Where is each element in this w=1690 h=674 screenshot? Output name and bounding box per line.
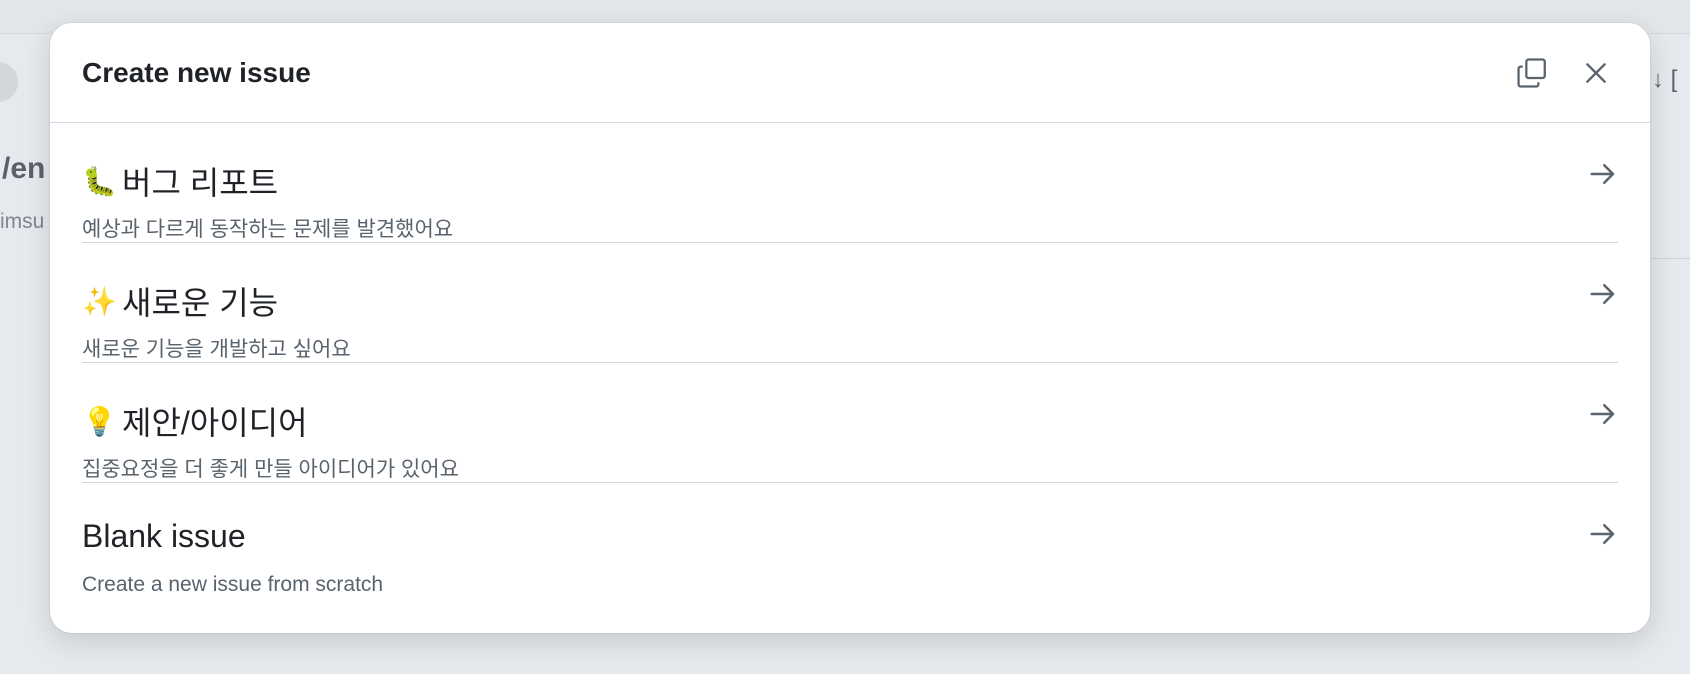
create-issue-dialog: Create new issue 🐛 버그 리포트 예상과 다르게 동작하는 문…: [50, 23, 1650, 633]
option-title: 🐛 버그 리포트: [82, 158, 278, 204]
background-repo-title: /en: [2, 152, 46, 185]
copy-button[interactable]: [1510, 51, 1554, 95]
option-label: Blank issue: [82, 518, 246, 554]
template-option-idea[interactable]: 💡 제안/아이디어 집중요정을 더 좋게 만들 아이디어가 있어요: [82, 363, 1618, 483]
option-description: Create a new issue from scratch: [82, 573, 384, 596]
dialog-title: Create new issue: [82, 56, 311, 88]
option-description: 예상과 다르게 동작하는 문제를 발견했어요: [82, 218, 454, 241]
option-title: Blank issue: [82, 518, 246, 555]
close-button[interactable]: [1574, 51, 1618, 95]
option-title: 💡 제안/아이디어: [82, 398, 308, 444]
issue-template-list: 🐛 버그 리포트 예상과 다르게 동작하는 문제를 발견했어요 ✨ 새로운 기능…: [50, 123, 1650, 603]
option-label: 새로운 기능: [122, 285, 279, 321]
arrow-right-icon: [1590, 164, 1615, 184]
option-description: 새로운 기능을 개발하고 싶어요: [82, 338, 351, 361]
arrow-right-icon: [1590, 284, 1615, 304]
bug-icon: 🐛: [82, 165, 117, 197]
background-repo-subtitle: imsu: [0, 210, 45, 233]
option-label: 버그 리포트: [122, 165, 279, 201]
dialog-header: Create new issue: [50, 23, 1650, 123]
option-label: 제안/아이디어: [122, 405, 308, 441]
option-description: 집중요정을 더 좋게 만들 아이디어가 있어요: [82, 458, 459, 481]
close-icon: [1586, 62, 1606, 83]
lightbulb-icon: 💡: [82, 405, 117, 437]
copy-icon: [1517, 57, 1546, 88]
template-option-blank[interactable]: Blank issue Create a new issue from scra…: [82, 483, 1618, 603]
template-option-feature[interactable]: ✨ 새로운 기능 새로운 기능을 개발하고 싶어요: [82, 243, 1618, 363]
option-title: ✨ 새로운 기능: [82, 278, 278, 324]
arrow-right-icon: [1590, 404, 1615, 424]
sparkles-icon: ✨: [82, 285, 117, 317]
template-option-bug-report[interactable]: 🐛 버그 리포트 예상과 다르게 동작하는 문제를 발견했어요: [82, 123, 1618, 243]
arrow-right-icon: [1590, 524, 1615, 544]
background-avatar: [0, 62, 18, 102]
